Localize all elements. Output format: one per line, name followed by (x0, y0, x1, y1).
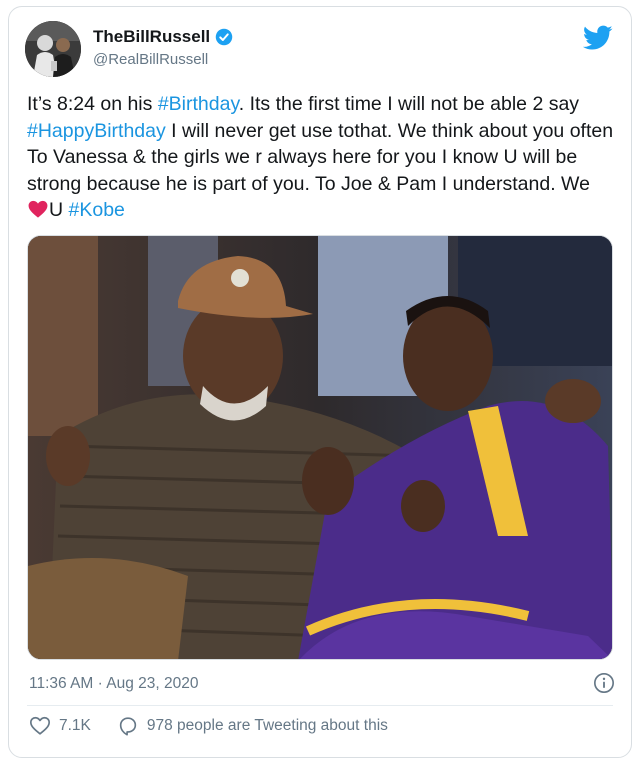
avatar-photo (25, 21, 81, 77)
tweet-text-part: U (49, 199, 69, 221)
hashtag-happybirthday-link[interactable]: #HappyBirthday (27, 120, 166, 142)
timestamp-link[interactable]: 11:36 AM · Aug 23, 2020 (29, 675, 198, 693)
hashtag-birthday-link[interactable]: #Birthday (158, 93, 239, 115)
action-bar: 7.1K 978 people are Tweeting about this (29, 715, 388, 737)
tweet-photo[interactable] (27, 235, 613, 660)
display-name-row[interactable]: TheBillRussell (93, 27, 233, 47)
heart-outline-icon (30, 716, 50, 735)
red-heart-emoji (28, 200, 48, 218)
divider (27, 705, 613, 706)
twitter-bird-icon[interactable] (583, 25, 613, 51)
hashtag-kobe-link[interactable]: #Kobe (69, 199, 125, 221)
tweet-card: TheBillRussell @RealBillRussell It’s 8:2… (8, 6, 632, 758)
verified-badge-icon (215, 28, 233, 46)
like-button[interactable]: 7.1K (29, 715, 91, 737)
tweet-text-part: It’s 8:24 on his (27, 93, 158, 115)
photo-image (28, 236, 612, 659)
tweeting-about-label: 978 people are Tweeting about this (146, 717, 388, 734)
avatar[interactable] (25, 21, 81, 77)
tweet-text: It’s 8:24 on his #Birthday. Its the firs… (27, 91, 617, 224)
info-icon[interactable] (593, 672, 615, 694)
display-name[interactable]: TheBillRussell (93, 27, 210, 47)
tweeting-about-link[interactable]: 978 people are Tweeting about this (117, 715, 388, 737)
like-count: 7.1K (59, 717, 91, 734)
tweet-text-part: . Its the first time I will not be able … (238, 93, 580, 115)
handle[interactable]: @RealBillRussell (93, 51, 233, 68)
reply-bubble-icon (119, 717, 137, 736)
author-block: TheBillRussell @RealBillRussell (93, 27, 233, 68)
